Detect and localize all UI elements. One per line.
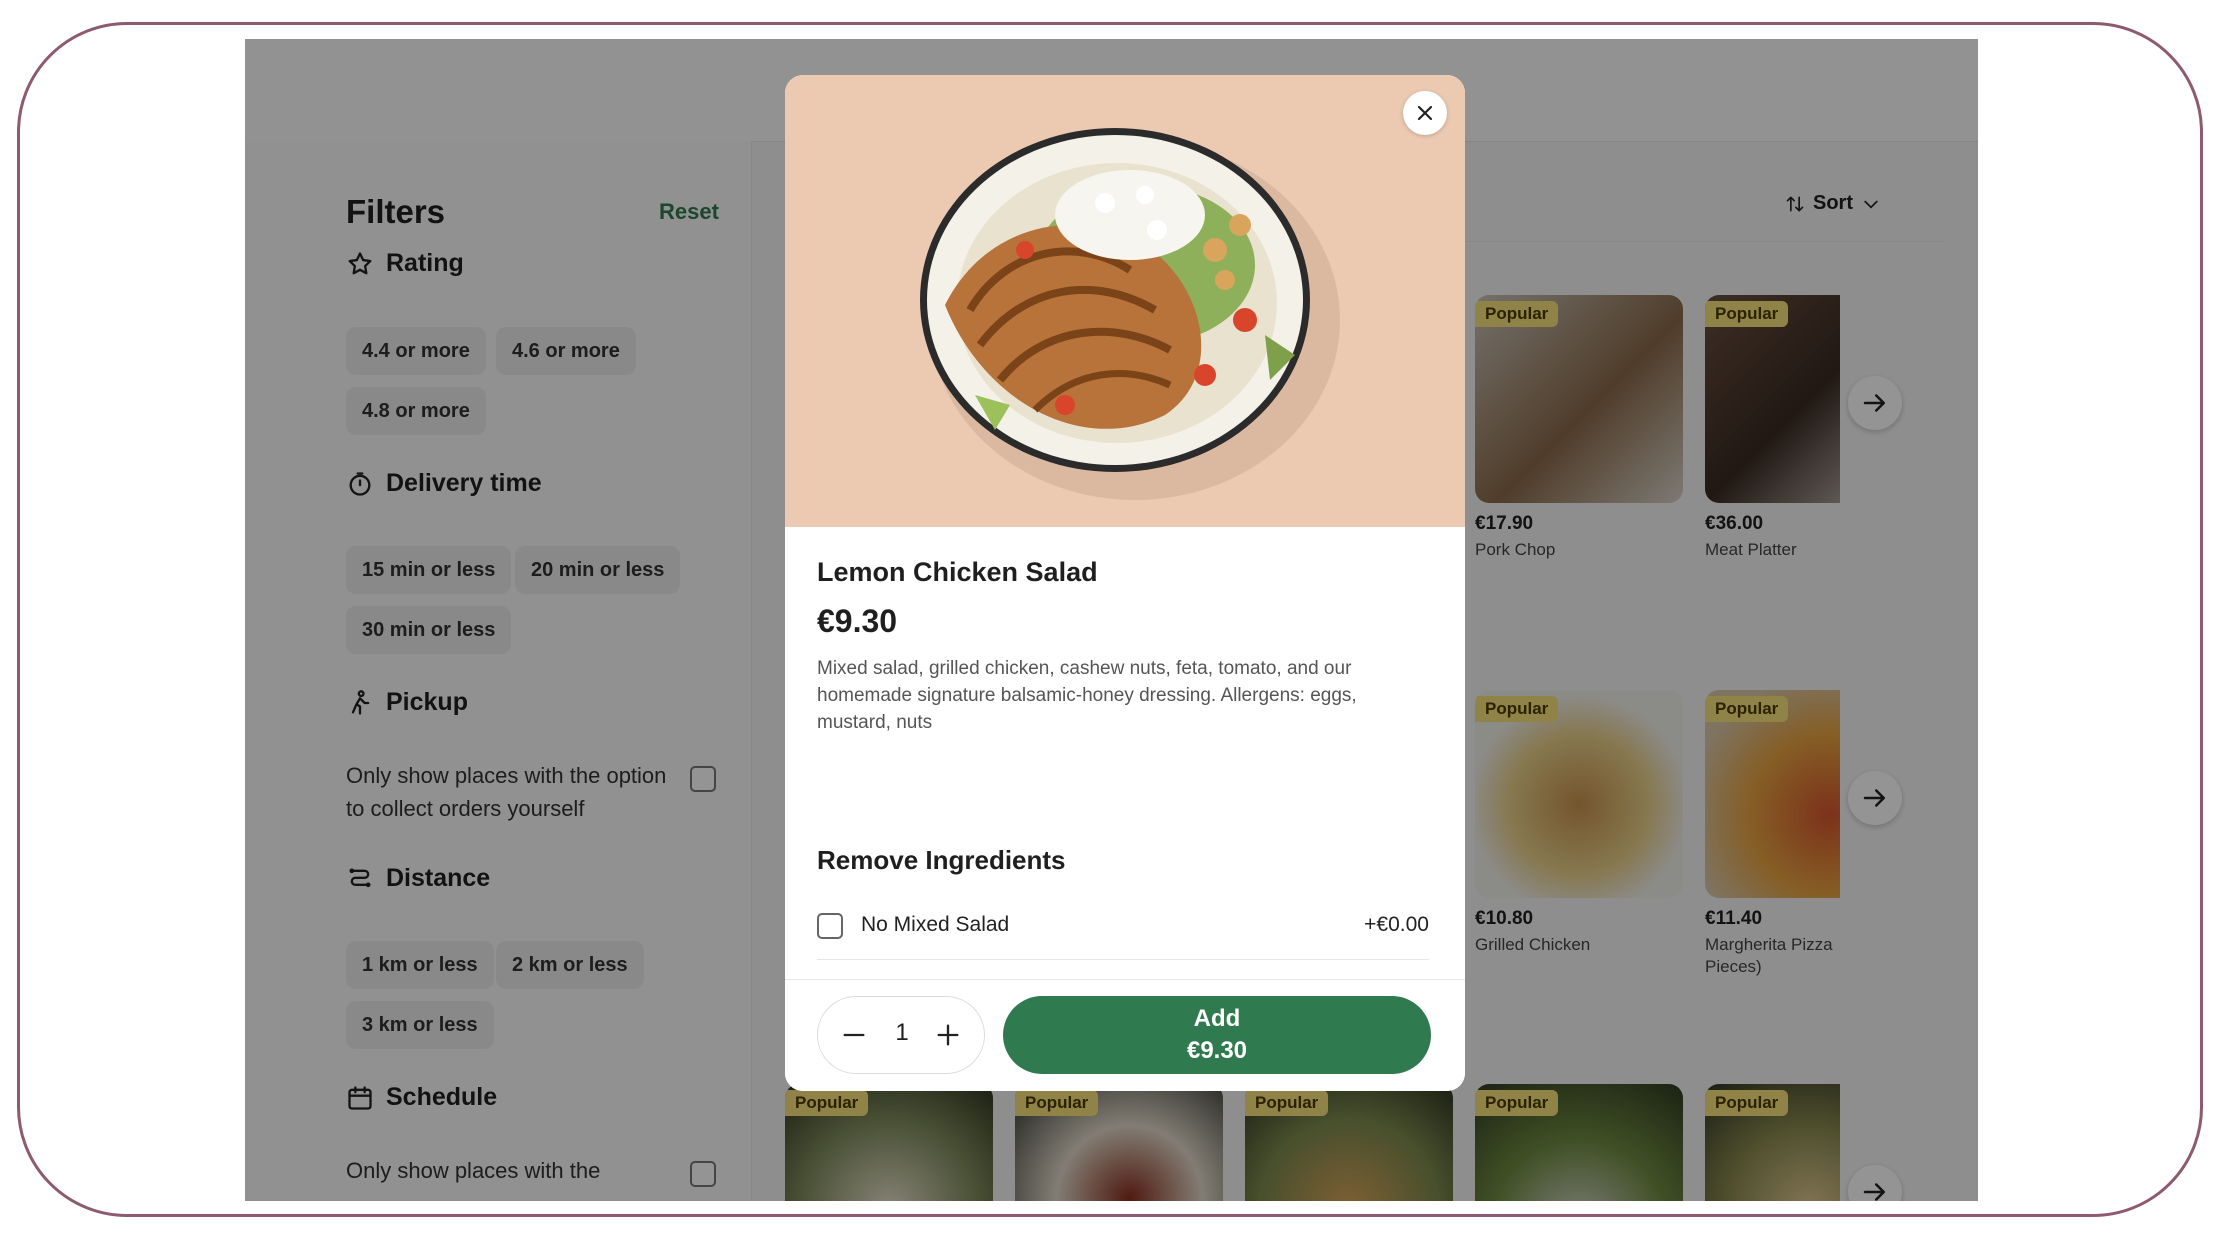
item-title: Lemon Chicken Salad xyxy=(817,557,1098,587)
food-hero-image xyxy=(785,75,1465,527)
add-label: Add xyxy=(1193,1005,1241,1032)
ingredient-checkbox[interactable] xyxy=(817,913,843,939)
plus-icon[interactable] xyxy=(934,1021,962,1049)
add-to-cart-button[interactable]: Add €9.30 xyxy=(1003,996,1431,1074)
close-button[interactable] xyxy=(1403,91,1447,135)
modal-footer: 1 Add €9.30 xyxy=(785,979,1465,1091)
minus-icon[interactable] xyxy=(840,1021,868,1049)
ingredient-price: +€0.00 xyxy=(1364,913,1429,936)
ingredient-option[interactable]: No Mixed Salad +€0.00 xyxy=(817,893,1429,960)
quantity-stepper: 1 xyxy=(817,996,985,1074)
salad-bowl-illustration xyxy=(920,128,1340,500)
add-price: €9.30 xyxy=(1186,1037,1248,1064)
quantity-value: 1 xyxy=(895,1019,909,1046)
item-detail-modal: Lemon Chicken Salad €9.30 Mixed salad, g… xyxy=(785,75,1465,1091)
remove-ingredients-title: Remove Ingredients xyxy=(817,845,1066,875)
app-screen: Filters Reset Rating 4.4 or more 4.6 or … xyxy=(245,39,1978,1201)
close-icon xyxy=(1417,105,1433,121)
item-description: Mixed salad, grilled chicken, cashew nut… xyxy=(817,658,1357,733)
item-price: €9.30 xyxy=(817,603,898,639)
ingredient-name: No Mixed Salad xyxy=(861,913,1010,936)
